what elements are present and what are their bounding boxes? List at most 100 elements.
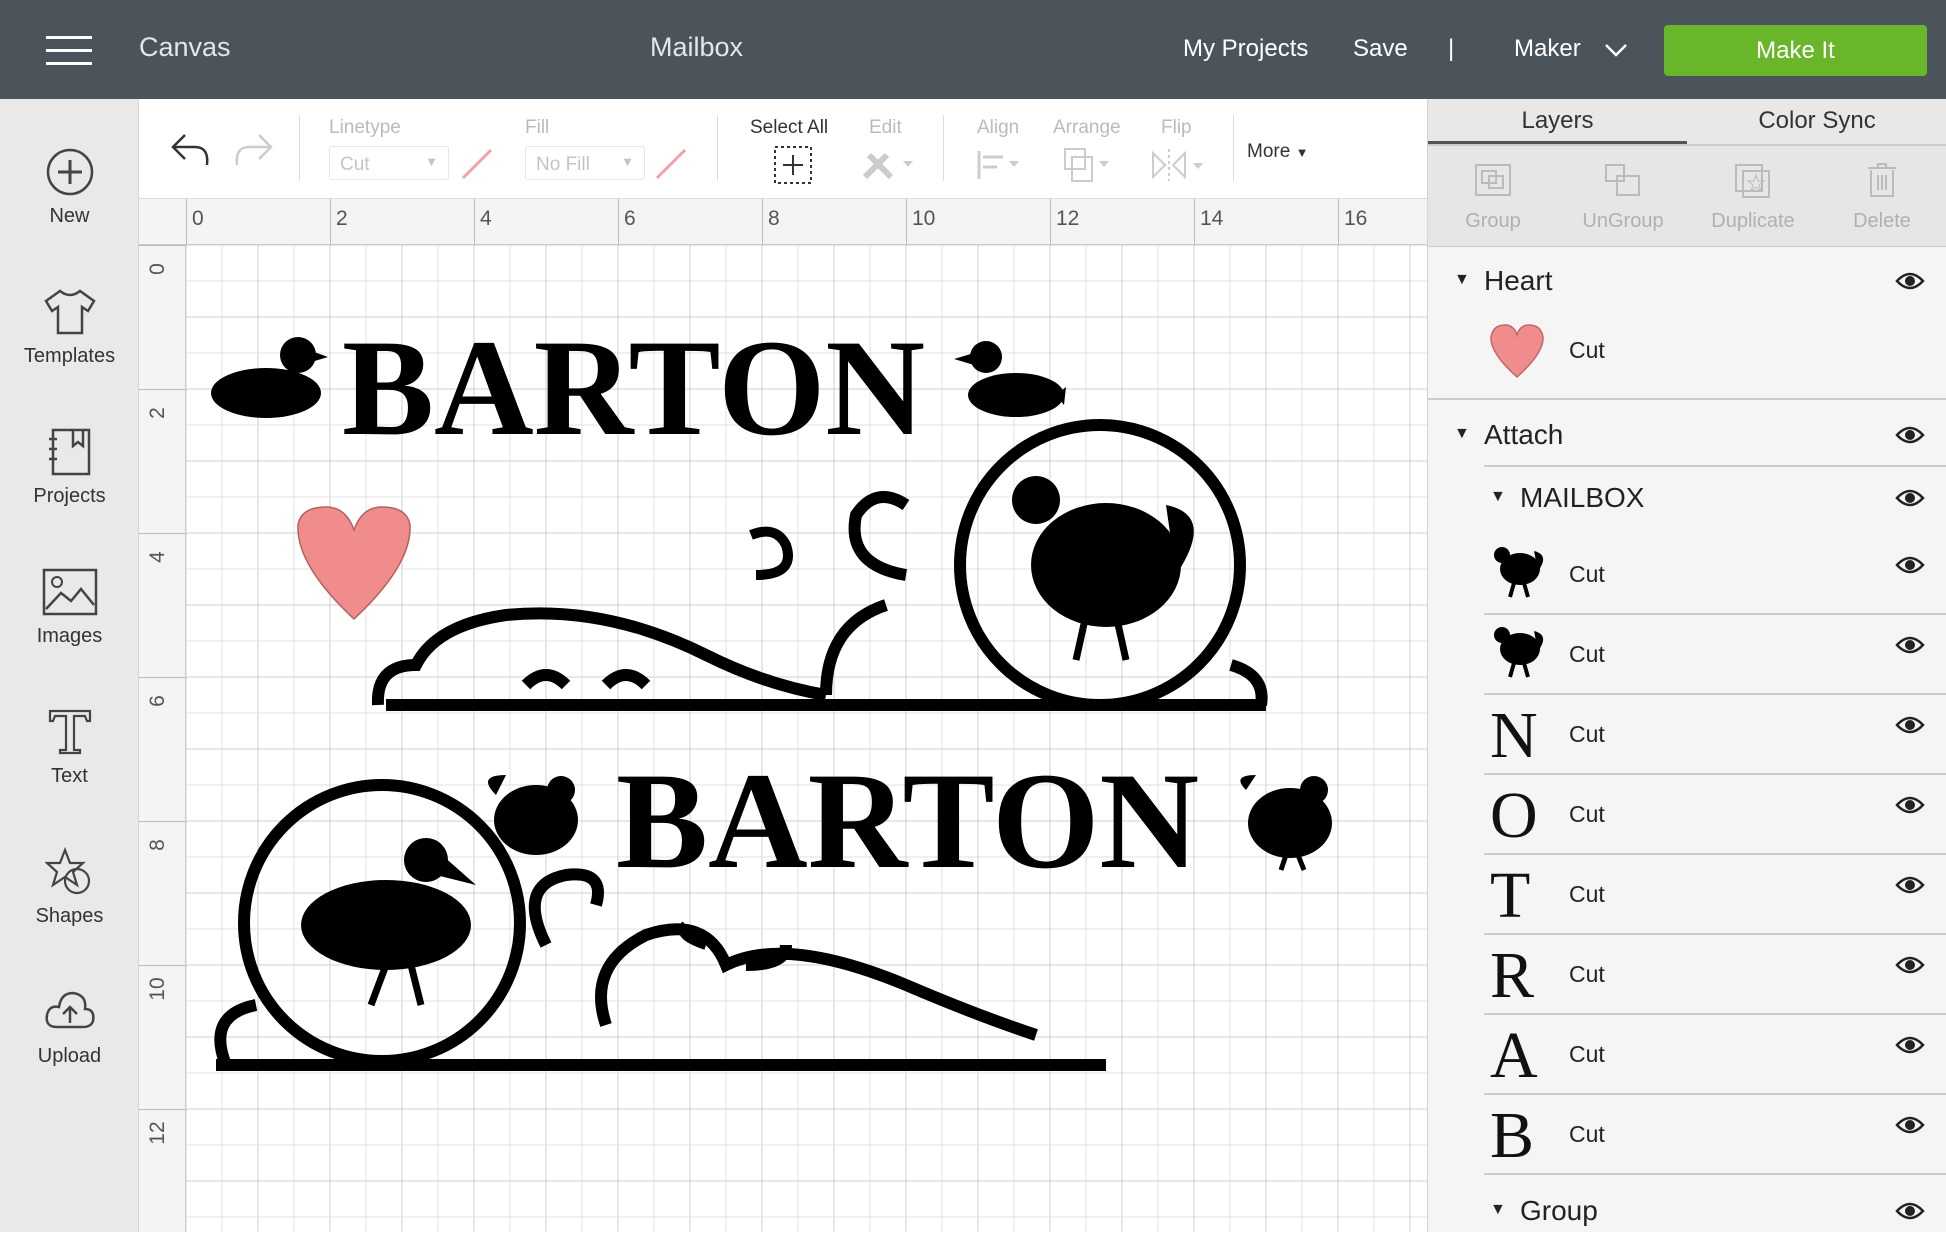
layer-item[interactable]: Cut xyxy=(1428,535,1946,615)
eye-icon[interactable] xyxy=(1895,425,1925,445)
layer-item-label: Cut xyxy=(1569,1121,1605,1147)
layer-item-label: Cut xyxy=(1569,801,1605,827)
hamburger-icon[interactable] xyxy=(46,36,92,66)
sidebar-item-images[interactable]: Images xyxy=(0,547,139,667)
layer-item[interactable]: A Cut xyxy=(1428,1015,1946,1095)
my-projects-link[interactable]: My Projects xyxy=(1183,35,1308,63)
sidebar-item-projects[interactable]: Projects xyxy=(0,407,139,527)
layer-item-label: Cut xyxy=(1569,1041,1605,1067)
duplicate-icon xyxy=(1735,164,1770,198)
ruler-tick-label: 4 xyxy=(480,207,492,230)
ungroup-label: UnGroup xyxy=(1582,210,1664,232)
barton-text-top[interactable]: BARTON xyxy=(342,311,925,464)
save-button[interactable]: Save xyxy=(1353,35,1408,63)
ruler-tick-label: 0 xyxy=(146,263,169,275)
linetype-select[interactable]: Cut ▼ xyxy=(329,146,449,180)
layer-item[interactable]: R Cut xyxy=(1428,935,1946,1015)
layer-group-mailbox[interactable]: ▼ MAILBOX xyxy=(1428,476,1946,522)
layer-item[interactable]: B Cut xyxy=(1428,1095,1946,1175)
layer-group-attach[interactable]: ▼ Attach xyxy=(1428,413,1946,459)
tshirt-icon xyxy=(43,289,96,335)
sidebar-item-label: Projects xyxy=(33,485,106,507)
sidebar-item-templates[interactable]: Templates xyxy=(0,267,139,387)
duck-in-circle-bottom xyxy=(301,838,476,1007)
fill-select[interactable]: No Fill ▼ xyxy=(525,146,645,180)
ungroup-button[interactable]: UnGroup xyxy=(1558,146,1688,233)
caret-down-icon[interactable]: ▼ xyxy=(1490,488,1506,506)
linetype-value: Cut xyxy=(340,154,370,175)
layer-item[interactable]: T Cut xyxy=(1428,855,1946,935)
layer-item-heart[interactable]: Cut xyxy=(1428,319,1946,383)
caret-down-icon[interactable]: ▼ xyxy=(1454,425,1470,443)
duplicate-button[interactable]: Duplicate xyxy=(1688,146,1818,233)
make-it-button[interactable]: Make It xyxy=(1664,25,1927,76)
fill-color-swatch[interactable] xyxy=(653,146,689,182)
layer-group-group[interactable]: ▼ Group xyxy=(1428,1189,1946,1235)
layer-tools: Group UnGroup Duplicate Delete xyxy=(1428,144,1946,247)
arrange-icon[interactable] xyxy=(1063,145,1115,185)
caret-down-icon[interactable]: ▼ xyxy=(1490,1201,1506,1219)
artwork: BARTON BARTON xyxy=(211,311,1332,1071)
fill-value: No Fill xyxy=(536,154,590,175)
eye-icon[interactable] xyxy=(1895,1115,1925,1135)
tab-color-sync[interactable]: Color Sync xyxy=(1687,99,1946,144)
layer-group-name: MAILBOX xyxy=(1520,482,1645,513)
edit-toolbar: Linetype Cut ▼ Fill No Fill ▼ Select All E… xyxy=(139,99,1427,199)
flip-icon[interactable] xyxy=(1151,147,1207,183)
select-all-label: Select All xyxy=(750,117,829,138)
letter-thumbnail: R xyxy=(1490,939,1535,1012)
eye-icon[interactable] xyxy=(1895,955,1925,975)
tab-layers[interactable]: Layers xyxy=(1428,99,1687,144)
edit-icon[interactable] xyxy=(861,147,917,183)
sidebar-item-new[interactable]: New xyxy=(0,127,139,247)
eye-icon[interactable] xyxy=(1895,795,1925,815)
design-canvas[interactable]: BARTON BARTON xyxy=(186,245,1427,1232)
barton-text-bottom[interactable]: BARTON xyxy=(616,744,1199,897)
sidebar-item-shapes[interactable]: Shapes xyxy=(0,827,139,947)
group-button[interactable]: Group xyxy=(1428,146,1558,233)
arrange-label: Arrange xyxy=(1053,117,1121,138)
eye-icon[interactable] xyxy=(1895,271,1925,291)
eye-icon[interactable] xyxy=(1895,488,1925,508)
flip-label: Flip xyxy=(1161,117,1192,138)
cloud-upload-icon xyxy=(44,991,95,1029)
eye-icon[interactable] xyxy=(1895,635,1925,655)
layer-item-label: Cut xyxy=(1569,721,1605,747)
select-all-icon[interactable] xyxy=(773,145,813,185)
eye-icon[interactable] xyxy=(1895,715,1925,735)
layer-item[interactable]: N Cut xyxy=(1428,695,1946,775)
sidebar-item-upload[interactable]: Upload xyxy=(0,967,139,1087)
layer-group-name: Heart xyxy=(1484,265,1553,296)
redo-icon[interactable] xyxy=(231,129,275,169)
chevron-down-icon[interactable] xyxy=(1604,42,1628,58)
caret-down-icon[interactable]: ▼ xyxy=(1454,271,1470,289)
eye-icon[interactable] xyxy=(1895,555,1925,575)
layer-item[interactable]: O Cut xyxy=(1428,775,1946,855)
more-button[interactable]: More ▼ xyxy=(1247,141,1308,163)
eye-icon[interactable] xyxy=(1895,875,1925,895)
delete-button[interactable]: Delete xyxy=(1817,146,1946,233)
undo-icon[interactable] xyxy=(169,129,213,169)
sidebar-item-text[interactable]: Text xyxy=(0,687,139,807)
chicken-thumbnail xyxy=(1494,547,1544,598)
shapes-icon xyxy=(44,847,90,895)
layer-group-heart[interactable]: ▼ Heart xyxy=(1428,259,1946,305)
duck-silhouette-left xyxy=(211,337,328,418)
eye-icon[interactable] xyxy=(1895,1201,1925,1221)
chicken-thumbnail xyxy=(1494,627,1544,678)
caret-down-icon: ▼ xyxy=(1295,145,1309,160)
layer-group-name: Attach xyxy=(1484,419,1564,450)
heart-shape xyxy=(297,506,411,621)
align-icon[interactable] xyxy=(975,149,1023,181)
layer-group-name: Group xyxy=(1520,1195,1598,1226)
machine-select[interactable]: Maker xyxy=(1514,35,1581,63)
ruler-tick-label: 6 xyxy=(146,695,169,707)
project-title: Mailbox xyxy=(650,32,744,62)
sidebar-item-label: Templates xyxy=(23,345,116,367)
layer-item[interactable]: Cut xyxy=(1428,615,1946,695)
linetype-color-swatch[interactable] xyxy=(459,146,495,182)
ruler-tick-label: 12 xyxy=(146,1121,169,1145)
ruler-tick-label: 14 xyxy=(1200,207,1224,230)
eye-icon[interactable] xyxy=(1895,1035,1925,1055)
ruler-tick-label: 12 xyxy=(1056,207,1080,230)
